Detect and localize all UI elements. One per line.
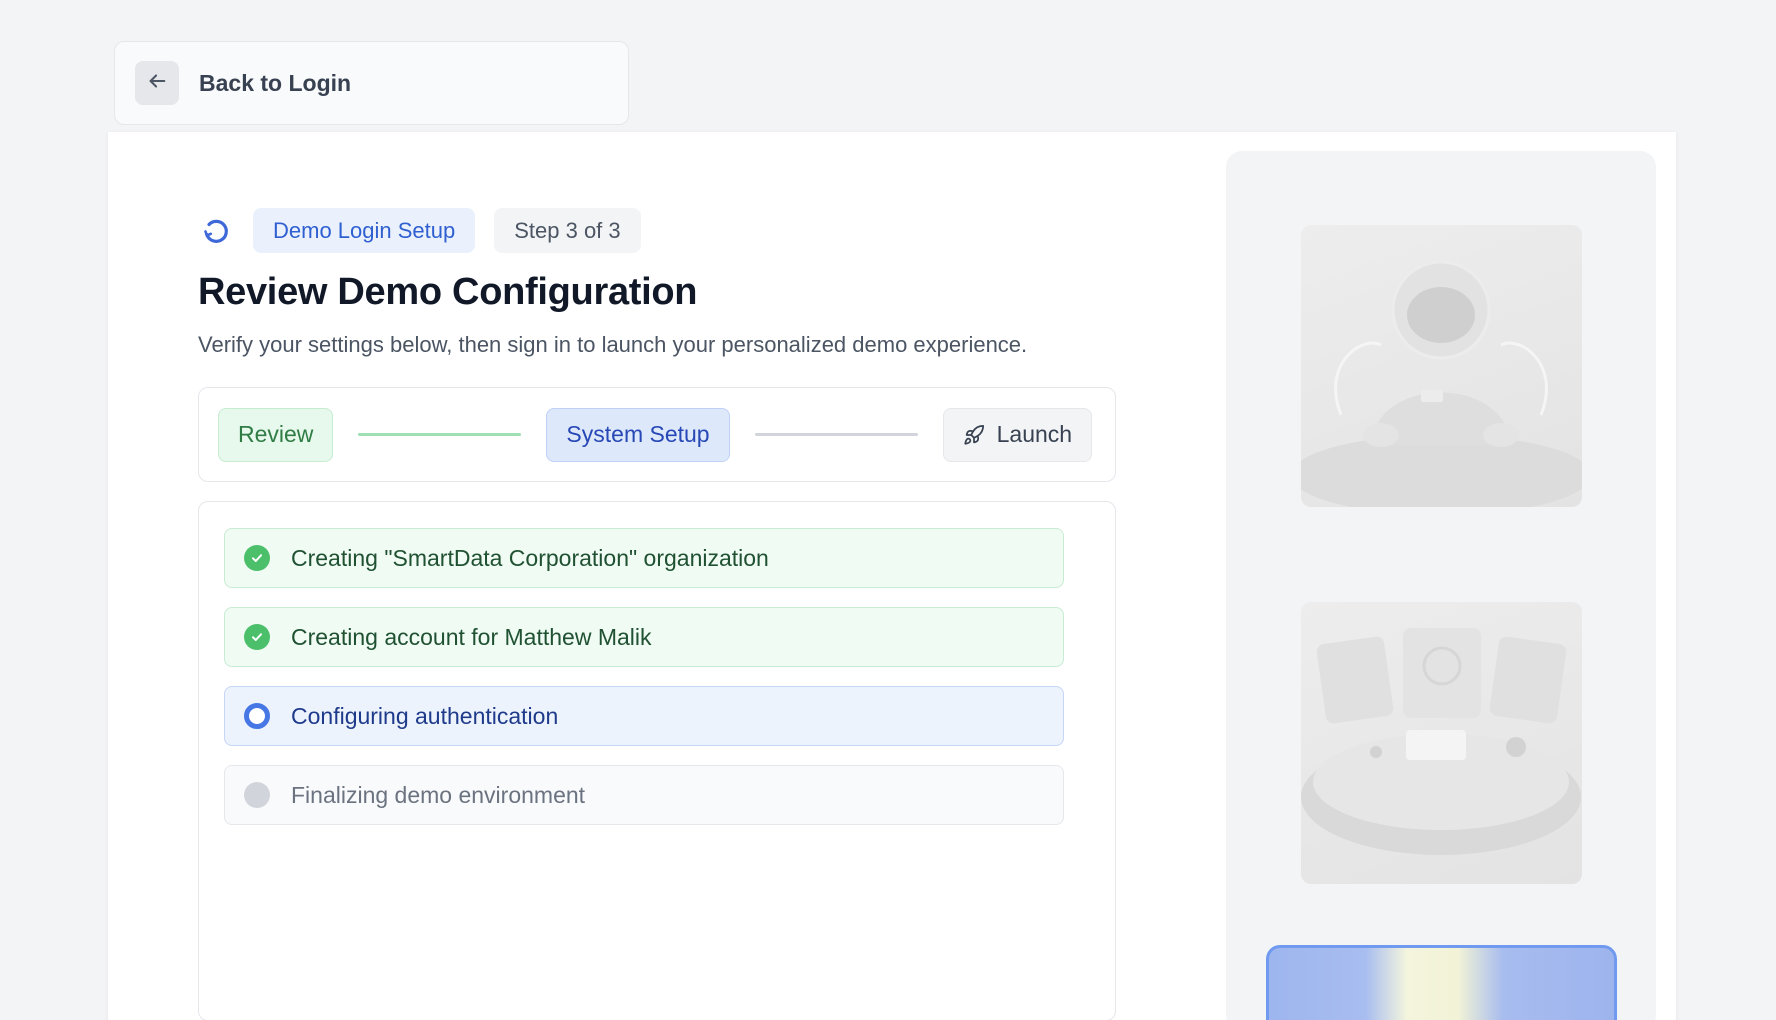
step-label: Review bbox=[238, 421, 314, 447]
task-item: Creating "SmartData Corporation" organiz… bbox=[224, 528, 1064, 588]
setup-panel: Demo Login Setup Step 3 of 3 Review Demo… bbox=[198, 208, 1116, 1020]
rocket-icon bbox=[963, 424, 985, 446]
task-label: Finalizing demo environment bbox=[291, 781, 586, 808]
in-progress-radio-icon bbox=[244, 703, 270, 729]
highlighted-illustration-card[interactable] bbox=[1266, 945, 1617, 1020]
header-chips: Demo Login Setup Step 3 of 3 bbox=[198, 208, 1116, 253]
step-label: System Setup bbox=[566, 421, 710, 447]
check-circle-icon bbox=[244, 545, 270, 571]
progress-stepper: Review System Setup Launch bbox=[198, 387, 1116, 482]
arrow-left-icon bbox=[146, 70, 168, 97]
step-counter-badge: Step 3 of 3 bbox=[494, 208, 641, 253]
top-navigation-bar: Back to Login bbox=[114, 41, 629, 125]
step-connector bbox=[358, 433, 522, 436]
step-system-setup[interactable]: System Setup bbox=[546, 407, 730, 462]
step-review[interactable]: Review bbox=[218, 407, 334, 462]
refresh-spinner-icon bbox=[198, 213, 234, 249]
illustration-sidebar bbox=[1226, 151, 1656, 1020]
step-connector bbox=[754, 433, 918, 436]
task-label: Configuring authentication bbox=[291, 702, 559, 729]
step-label: Launch bbox=[996, 421, 1073, 447]
task-item: Configuring authentication bbox=[224, 686, 1064, 746]
task-label: Creating account for Matthew Malik bbox=[291, 623, 652, 650]
pending-circle-icon bbox=[244, 782, 270, 808]
page-subtitle: Verify your settings below, then sign in… bbox=[198, 332, 1028, 357]
control-console-illustration bbox=[1301, 602, 1582, 884]
task-item: Creating account for Matthew Malik bbox=[224, 607, 1064, 667]
setup-task-list: Creating "SmartData Corporation" organiz… bbox=[198, 501, 1116, 1020]
task-item: Finalizing demo environment bbox=[224, 765, 1064, 825]
back-to-login-link[interactable]: Back to Login bbox=[199, 70, 351, 97]
demo-login-setup-badge: Demo Login Setup bbox=[253, 208, 476, 253]
task-label: Creating "SmartData Corporation" organiz… bbox=[291, 544, 769, 571]
step-launch[interactable]: Launch bbox=[942, 407, 1093, 462]
astronaut-illustration bbox=[1301, 225, 1582, 507]
back-button[interactable] bbox=[135, 61, 179, 105]
check-circle-icon bbox=[244, 624, 270, 650]
page-title: Review Demo Configuration bbox=[198, 271, 698, 313]
